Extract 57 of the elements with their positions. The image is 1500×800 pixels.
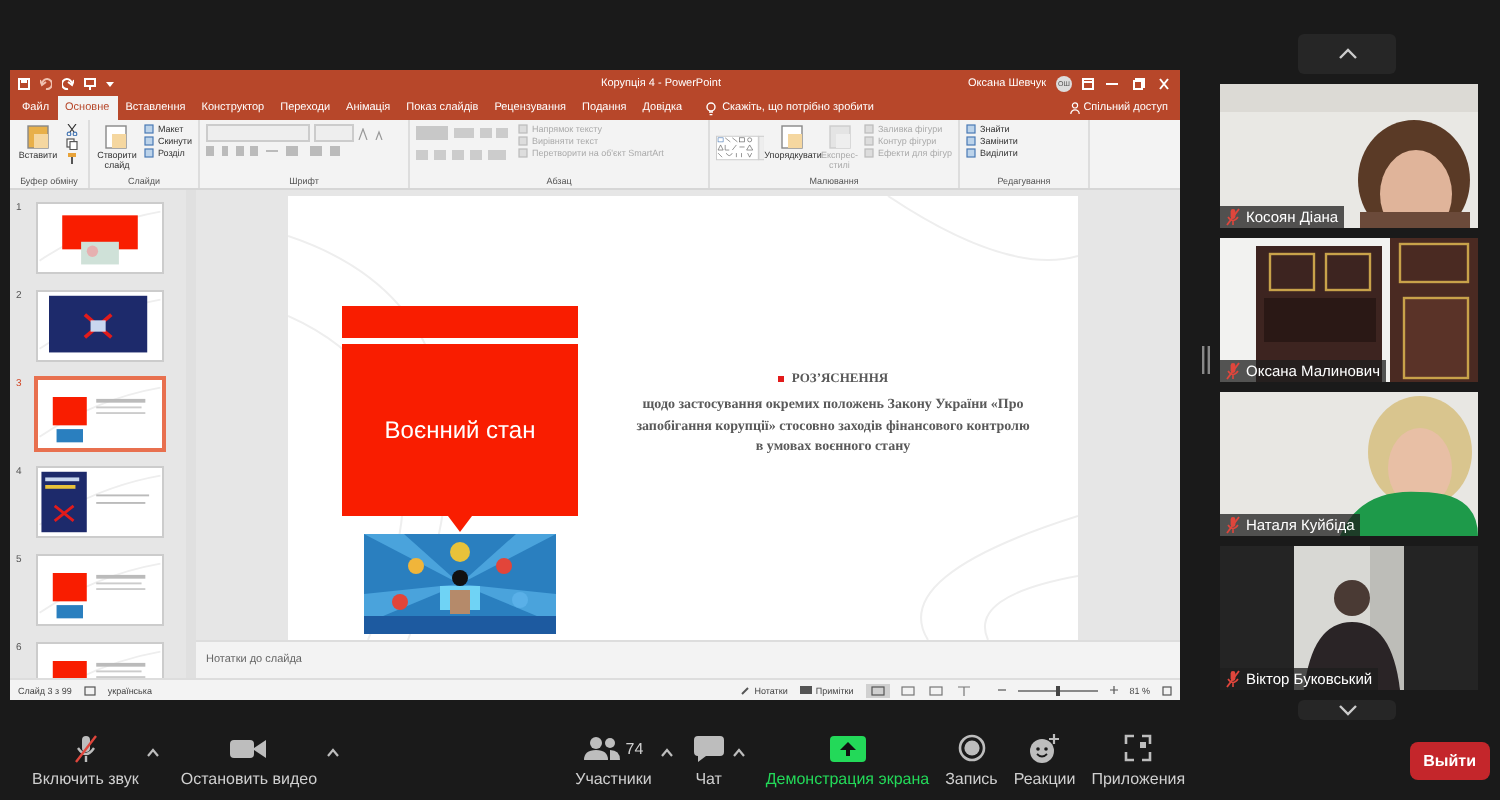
slideshow-icon[interactable]	[84, 77, 96, 89]
restore-icon[interactable]	[1130, 77, 1146, 89]
slide-thumbnail[interactable]	[36, 290, 164, 362]
lightbulb-icon	[706, 101, 717, 115]
undo-icon[interactable]	[40, 77, 52, 89]
chat-button[interactable]: Чат	[685, 732, 732, 788]
slide-title: Воєнний стан	[342, 344, 578, 516]
page-down-button[interactable]	[1298, 700, 1396, 720]
record-button[interactable]: Запись	[937, 732, 1006, 788]
notes-icon	[740, 685, 751, 695]
share-screen-button[interactable]: Демонстрация экрана	[757, 732, 938, 788]
fit-slide-icon[interactable]	[1162, 685, 1172, 695]
record-icon	[957, 734, 986, 762]
dropdown-icon[interactable]	[106, 79, 114, 87]
smiley-plus-icon	[1028, 733, 1061, 763]
unmute-button[interactable]: Включить звук	[24, 732, 147, 788]
zoom-in-icon[interactable]	[1109, 686, 1118, 694]
camera-icon	[230, 737, 267, 759]
person-icon	[1069, 102, 1080, 114]
slide-thumbnail[interactable]	[36, 554, 164, 626]
grow-font-icon[interactable]	[358, 127, 370, 139]
leave-button[interactable]: Выйти	[1409, 741, 1490, 779]
slide-thumbnail[interactable]	[36, 378, 164, 450]
stop-video-button[interactable]: Остановить видео	[172, 732, 326, 788]
caret-icon	[731, 747, 746, 757]
minimize-icon[interactable]	[1104, 77, 1120, 89]
shrink-font-icon[interactable]	[374, 127, 386, 139]
scrollbar[interactable]	[186, 190, 196, 678]
caret-icon	[325, 747, 340, 757]
resize-handle-icon[interactable]	[1201, 346, 1209, 374]
slide-thumbnail[interactable]	[36, 466, 164, 538]
scissors-icon[interactable]	[66, 124, 78, 136]
caret-icon	[659, 747, 674, 757]
people-icon	[583, 736, 620, 760]
slide-thumbnail[interactable]	[36, 202, 164, 274]
chevron-up-icon	[1337, 48, 1357, 60]
chat-bubble-icon	[693, 735, 724, 761]
participant-count: 74	[625, 739, 644, 757]
zoom-out-icon[interactable]	[997, 686, 1006, 694]
save-icon[interactable]	[18, 77, 30, 89]
ribbon-options-icon[interactable]	[1082, 77, 1094, 89]
apps-icon	[1124, 734, 1153, 762]
close-icon[interactable]	[1156, 77, 1172, 89]
comment-icon	[799, 685, 812, 695]
spellcheck-icon[interactable]	[83, 685, 96, 695]
copy-icon[interactable]	[66, 138, 78, 150]
callout-pointer	[448, 516, 472, 532]
font-size-field[interactable]	[314, 124, 354, 142]
apps-button[interactable]: Приложения	[1083, 732, 1194, 788]
command-icon	[26, 124, 50, 150]
chevron-down-icon	[1337, 704, 1357, 716]
brush-icon[interactable]	[66, 152, 78, 164]
participants-button[interactable]: 74 Участники	[567, 732, 660, 788]
caret-icon	[146, 747, 161, 757]
font-name-field[interactable]	[206, 124, 310, 142]
reactions-button[interactable]: Реакции	[1005, 732, 1084, 788]
redo-icon[interactable]	[62, 77, 74, 89]
